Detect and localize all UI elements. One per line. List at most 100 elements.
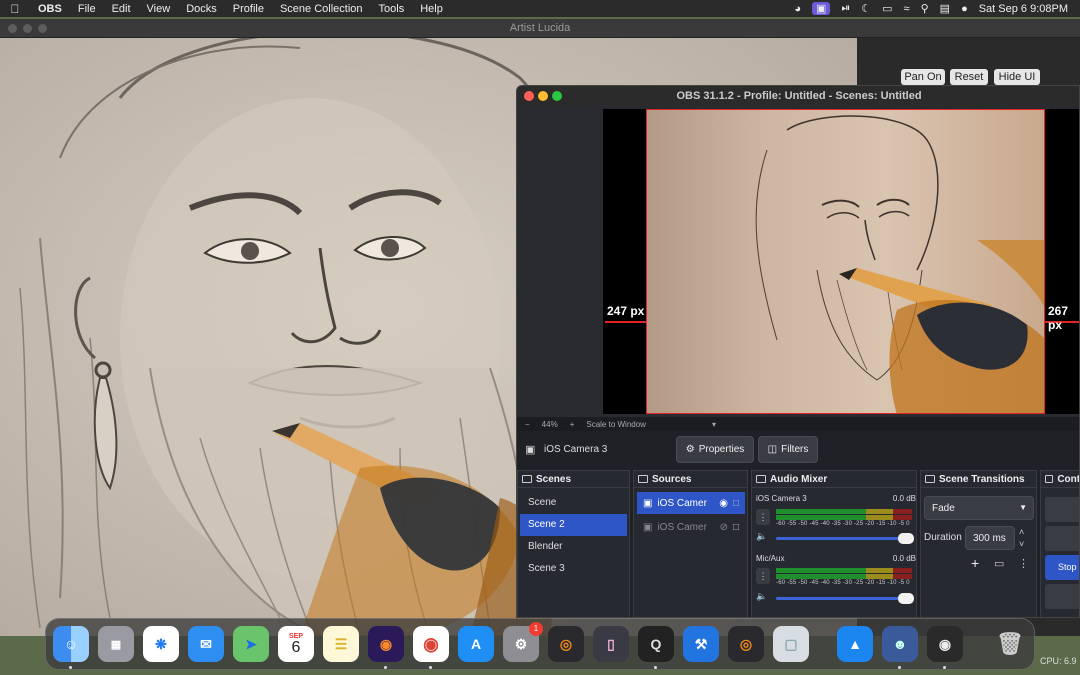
artist-titlebar: Artist Lucida [0, 19, 1080, 38]
scene-item[interactable]: Scene 3 [520, 558, 627, 580]
camera-icon: ▣ [643, 497, 653, 509]
preview-video-frame[interactable] [646, 109, 1045, 414]
app-store-icon[interactable]: A [458, 626, 494, 662]
obs-preview-area[interactable]: 247 px 267 px [517, 106, 1079, 417]
scene-item[interactable]: Scene [520, 492, 627, 514]
volume-slider-knob[interactable] [898, 533, 914, 544]
dock-icon [638, 475, 648, 483]
status-app-icon[interactable]: ◕ [794, 3, 801, 15]
scale-to-window-label[interactable]: Scale to Window [586, 420, 646, 429]
mixer-channel-ios-camera: iOS Camera 3 0.0 dB [756, 494, 916, 503]
volume-slider[interactable] [776, 533, 914, 544]
volume-slider[interactable] [776, 593, 914, 604]
screen-record-icon[interactable]: ▣ [812, 2, 831, 15]
menu-edit[interactable]: Edit [104, 3, 139, 15]
siri-icon[interactable]: ● [961, 3, 968, 15]
filters-button[interactable]: ◫ Filters [758, 436, 818, 463]
eye-icon[interactable]: ◉ [719, 498, 728, 509]
finder-icon[interactable]: ☺ [53, 626, 89, 662]
blender-icon[interactable]: ◎ [728, 626, 764, 662]
quicktime-icon[interactable]: Q [638, 626, 674, 662]
measure-line-left [605, 321, 646, 323]
zoom-in-button[interactable]: + [570, 420, 575, 429]
measure-left-label: 247 px [607, 304, 645, 318]
mail-icon[interactable]: ✉ [188, 626, 224, 662]
iphone-mirroring-icon[interactable]: ▯ [593, 626, 629, 662]
running-indicator [654, 666, 657, 669]
maps-icon[interactable]: ➤ [233, 626, 269, 662]
trash-icon[interactable]: ▭ [994, 557, 1004, 570]
menu-tools[interactable]: Tools [371, 3, 413, 15]
lock-icon[interactable]: □ [733, 498, 739, 509]
menu-docks[interactable]: Docks [178, 3, 225, 15]
control-center-icon[interactable]: ▤ [940, 2, 950, 15]
calendar-day: 6 [291, 638, 301, 656]
portrait-app-icon[interactable]: ☻ [882, 626, 918, 662]
notes-icon[interactable]: ☰ [323, 626, 359, 662]
start-streaming-button[interactable] [1045, 497, 1079, 522]
source-row[interactable]: ▣ iOS Camer ⊘ □ [637, 516, 745, 538]
scene-item-selected[interactable]: Scene 2 [520, 514, 627, 536]
trash-icon[interactable]: 🗑 [992, 626, 1028, 662]
speaker-icon[interactable]: 🔈 [756, 591, 767, 602]
obs-icon[interactable]: ◉ [927, 626, 963, 662]
notification-badge: 1 [529, 622, 543, 636]
artist-lucida-icon[interactable]: ▲ [837, 626, 873, 662]
wifi-icon[interactable]: ≈ [904, 3, 910, 15]
reset-button[interactable]: Reset [950, 69, 988, 85]
menu-help[interactable]: Help [412, 3, 451, 15]
apple-menu-icon[interactable]:  [0, 2, 30, 16]
firefox-icon[interactable]: ◉ [368, 626, 404, 662]
volume-meter [776, 515, 912, 520]
xcode-icon[interactable]: ⚒ [683, 626, 719, 662]
measure-right-label: 267 px [1048, 304, 1069, 332]
source-row-selected[interactable]: ▣ iOS Camer ◉ □ [637, 492, 745, 514]
menu-app-name[interactable]: OBS [30, 3, 70, 15]
running-indicator [898, 666, 901, 669]
scene-item[interactable]: Blender [520, 536, 627, 558]
zoom-out-button[interactable]: − [525, 420, 530, 429]
moon-icon[interactable]: ☾ [861, 2, 871, 15]
battery-icon[interactable]: ▭ [882, 2, 892, 15]
obs-window-title: OBS 31.1.2 - Profile: Untitled - Scenes:… [676, 90, 922, 102]
stop-virtual-camera-button[interactable]: Stop V [1045, 555, 1079, 580]
filters-label: Filters [781, 444, 809, 455]
channel-menu-button[interactable]: ⋮ [756, 568, 770, 584]
add-transition-icon[interactable]: + [971, 555, 979, 571]
menu-view[interactable]: View [139, 3, 179, 15]
studio-mode-button[interactable] [1045, 584, 1079, 609]
blender-icon[interactable]: ◎ [548, 626, 584, 662]
camera-icon: ▣ [643, 521, 653, 533]
calendar-icon[interactable]: SEP 6 [278, 626, 314, 662]
mixer-channel-mic-aux: Mic/Aux 0.0 dB [756, 554, 916, 563]
start-recording-button[interactable] [1045, 526, 1079, 551]
properties-button[interactable]: ⚙ Properties [676, 436, 754, 463]
menu-profile[interactable]: Profile [225, 3, 272, 15]
lock-icon[interactable]: □ [733, 522, 739, 533]
more-options-icon[interactable]: ⋮ [1018, 557, 1029, 570]
launchpad-icon[interactable]: ▦ [98, 626, 134, 662]
duration-stepper-icon[interactable]: ˄ ˅ [1019, 526, 1024, 550]
meter-scale: -60 -55 -50 -45 -40 -35 -30 -25 -20 -15 … [776, 580, 910, 586]
transition-type-select[interactable]: Fade ▼ [924, 496, 1034, 520]
menu-scene-collection[interactable]: Scene Collection [272, 3, 371, 15]
safari-icon[interactable]: ❋ [143, 626, 179, 662]
volume-slider-knob[interactable] [898, 593, 914, 604]
controls-dock: Contr Stop V [1040, 470, 1079, 617]
hide-ui-button[interactable]: Hide UI [994, 69, 1040, 85]
menu-clock[interactable]: Sat Sep 6 9:08PM [979, 3, 1068, 15]
search-icon[interactable]: ⚲ [921, 2, 929, 15]
channel-menu-button[interactable]: ⋮ [756, 509, 770, 525]
play-circle-icon[interactable]: ⏯ [841, 2, 850, 15]
menu-file[interactable]: File [70, 3, 104, 15]
zoom-dropdown-icon[interactable]: ▾ [712, 420, 716, 429]
pan-on-button[interactable]: Pan On [901, 69, 945, 85]
duration-input[interactable]: 300 ms [965, 526, 1015, 550]
eye-hidden-icon[interactable]: ⊘ [720, 522, 728, 533]
running-indicator [384, 666, 387, 669]
preview-app-icon[interactable]: ▢ [773, 626, 809, 662]
scenes-dock: Scenes Scene Scene 2 Blender Scene 3 [517, 470, 630, 617]
source-label: iOS Camer [657, 497, 707, 509]
speaker-icon[interactable]: 🔈 [756, 531, 767, 542]
chrome-icon[interactable]: ◉ [413, 626, 449, 662]
